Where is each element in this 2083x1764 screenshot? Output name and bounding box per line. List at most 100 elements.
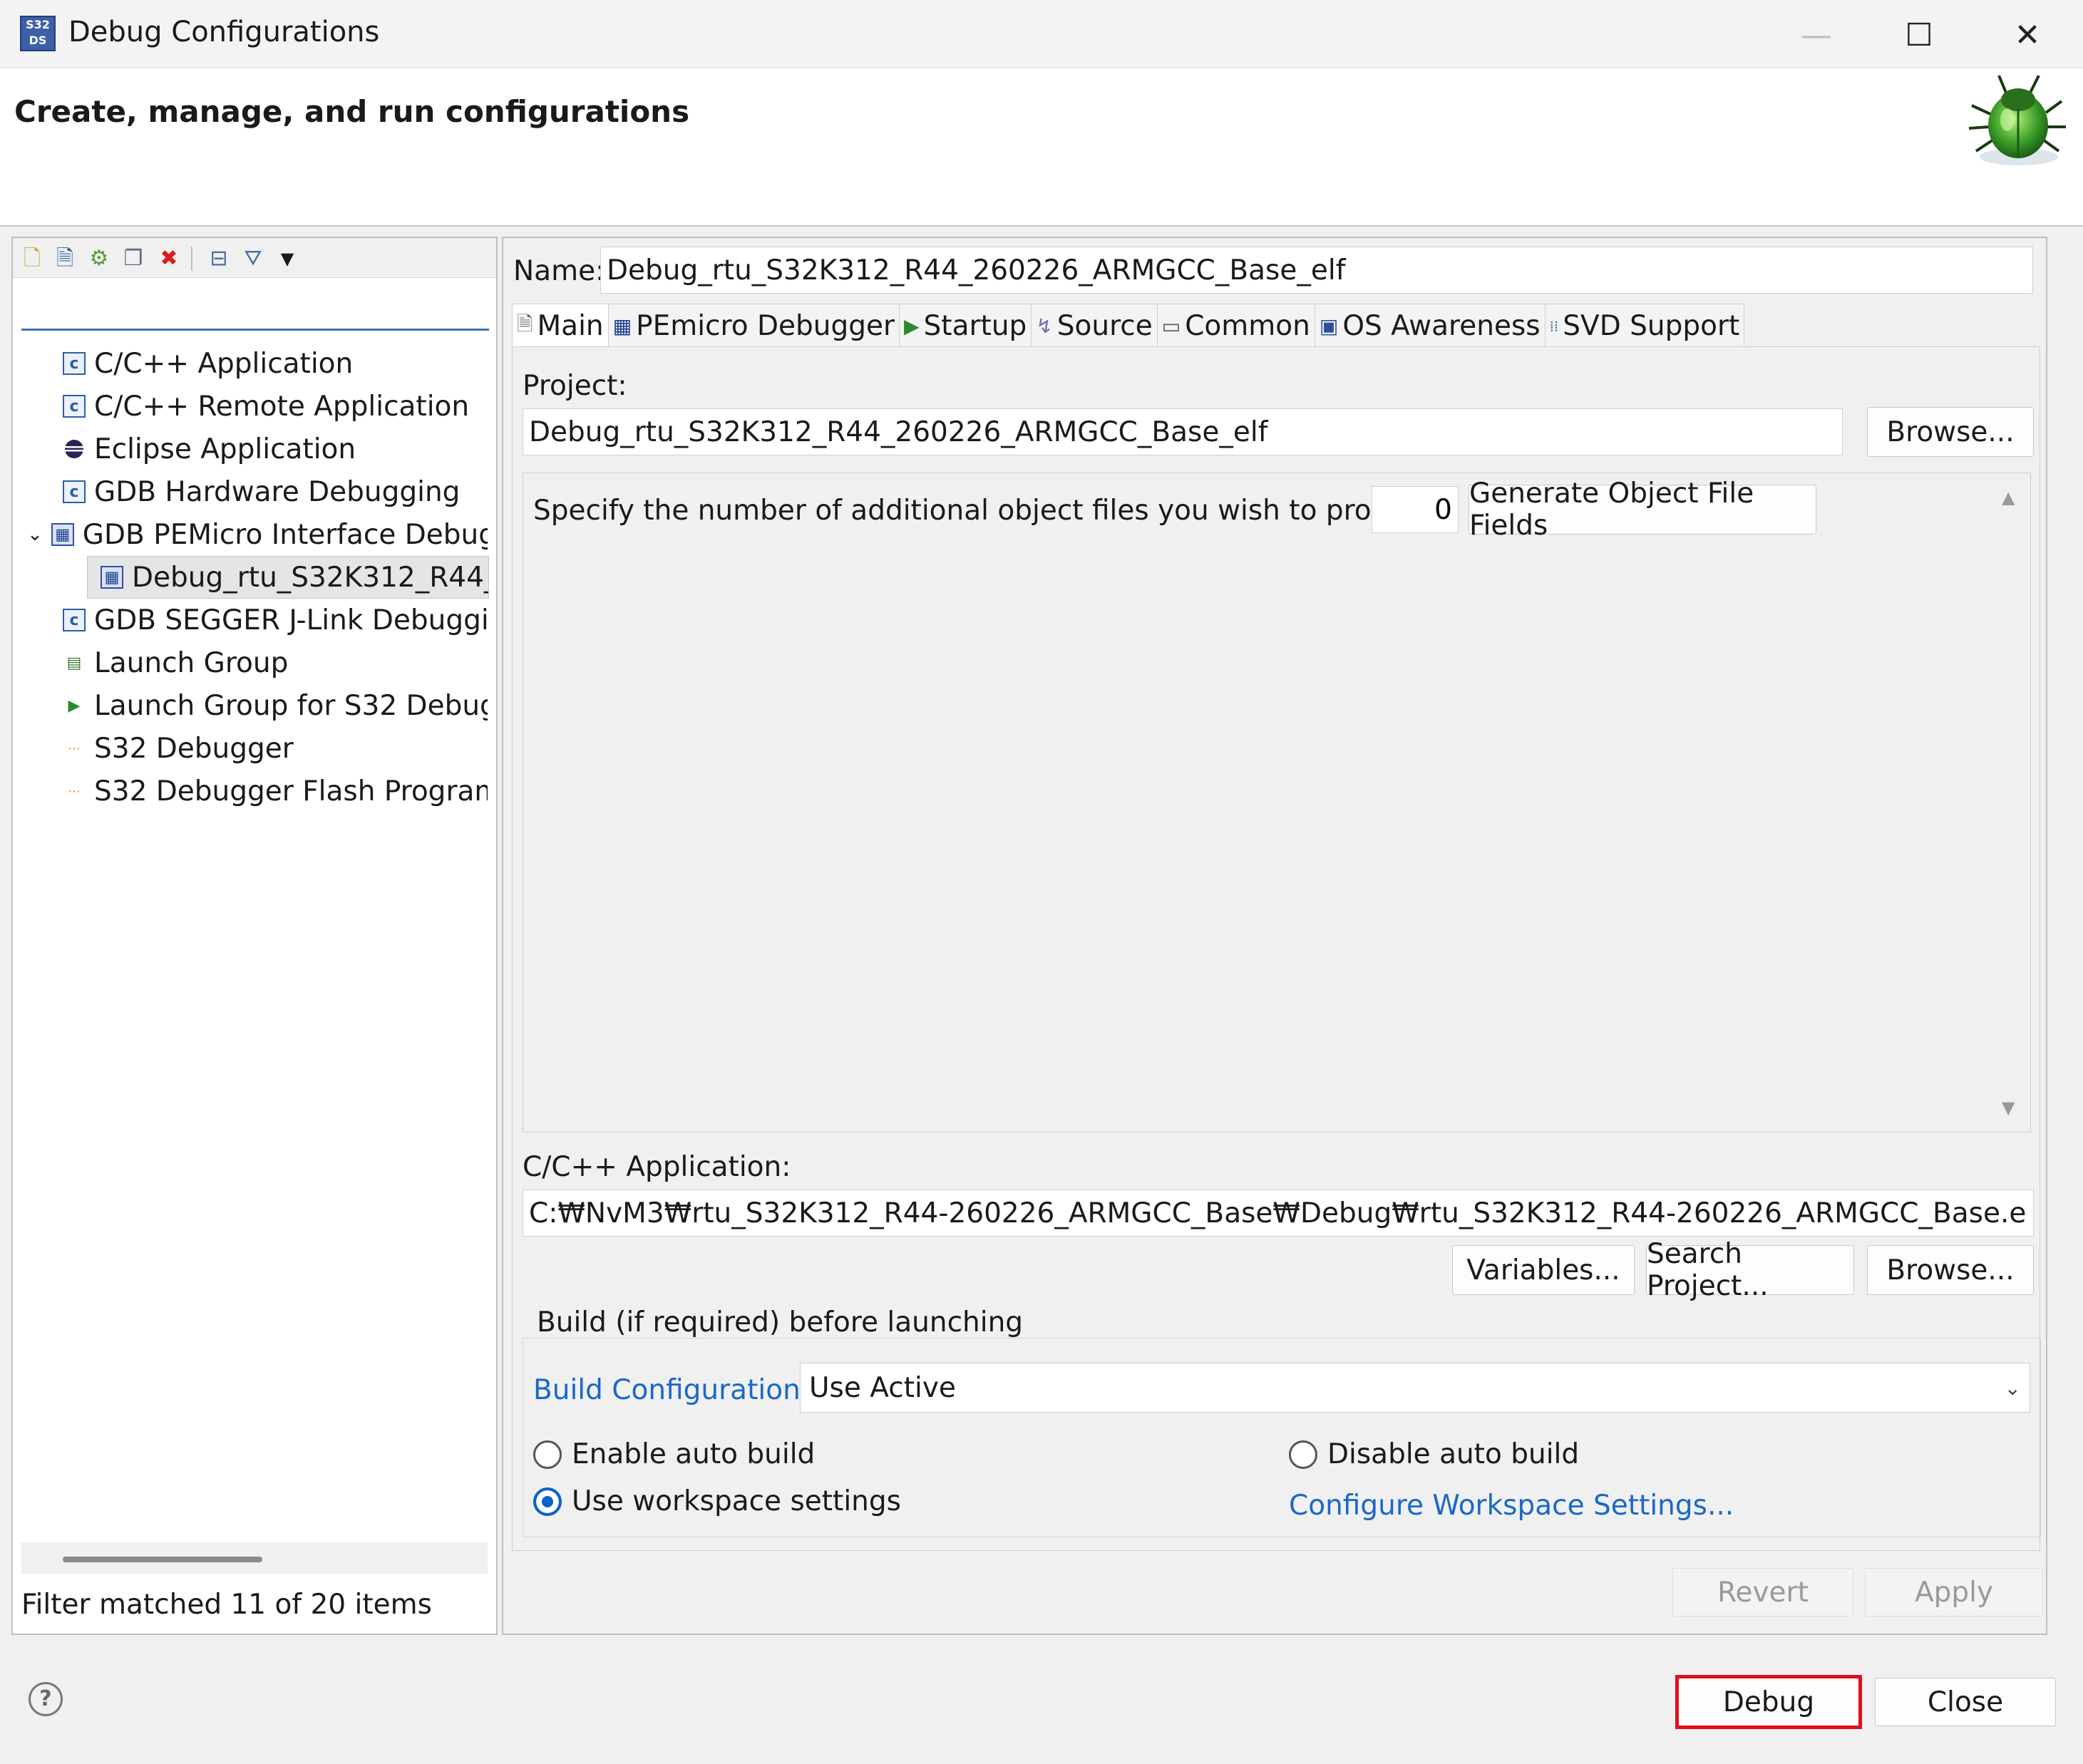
tree-item-label: GDB SEGGER J-Link Debugging: [94, 604, 488, 636]
scroll-up-icon[interactable]: ▲: [2002, 488, 2015, 507]
tree-item-label: S32 Debugger Flash Programmer: [94, 775, 488, 808]
tab-main[interactable]: 🗎 Main: [512, 304, 609, 348]
radio-use-workspace-settings[interactable]: [533, 1487, 562, 1516]
generate-object-file-fields-button[interactable]: Generate Object File Fields: [1469, 478, 1816, 542]
os-icon: ▣: [1319, 314, 1339, 338]
scrollbar-thumb[interactable]: [63, 1557, 262, 1562]
enable-auto-build-option[interactable]: Enable auto build: [533, 1438, 815, 1470]
app-label: C/C++ Application:: [523, 1151, 791, 1183]
collapse-all-icon[interactable]: ⊟: [205, 245, 232, 272]
new-prototype-icon[interactable]: 🗎: [51, 245, 78, 272]
radio-disable-auto-build[interactable]: [1289, 1440, 1317, 1469]
enable-auto-build-label: Enable auto build: [572, 1438, 816, 1470]
bug-icon: [1968, 75, 2066, 165]
export-config-icon[interactable]: ⚙: [86, 245, 113, 272]
radio-enable-auto-build[interactable]: [533, 1440, 562, 1469]
tab-source[interactable]: ↯ Source: [1031, 304, 1158, 348]
tree-item-label: Launch Group: [94, 646, 289, 679]
eclipse-icon: [63, 438, 86, 460]
configure-workspace-settings-link[interactable]: Configure Workspace Settings...: [1289, 1490, 1734, 1522]
s32-debugger-icon: ⋯: [68, 783, 81, 799]
duplicate-config-icon[interactable]: ❐: [120, 245, 147, 272]
object-files-panel: Specify the number of additional object …: [523, 473, 2031, 1133]
config-tabs: 🗎 Main ▦ PEmicro Debugger ▶ Startup ↯ Source…: [512, 304, 1745, 348]
tree-item-c-cpp-remote-application[interactable]: c C/C++ Remote Application: [13, 385, 488, 428]
debug-button[interactable]: Debug: [1681, 1681, 1856, 1723]
object-files-count-input[interactable]: [1372, 486, 1459, 533]
app-browse-button[interactable]: Browse...: [1867, 1245, 2034, 1295]
tree-item-launch-group[interactable]: ▤ Launch Group: [13, 641, 488, 684]
c-app-icon: c: [63, 395, 86, 418]
tree-item-label: C/C++ Remote Application: [94, 390, 470, 423]
close-button[interactable]: Close: [1875, 1678, 2056, 1726]
revert-button[interactable]: Revert: [1672, 1568, 1853, 1616]
tree-item-label: Eclipse Application: [94, 433, 356, 465]
tree-item-gdb-segger-jlink[interactable]: c GDB SEGGER J-Link Debugging: [13, 599, 488, 641]
tab-label: OS Awareness: [1342, 310, 1541, 342]
dialog-header: Create, manage, and run configurations: [0, 68, 2083, 227]
project-input[interactable]: [523, 408, 1843, 455]
project-label: Project:: [523, 370, 627, 402]
page-icon: 🗎: [517, 311, 533, 336]
tree-item-label: S32 Debugger: [94, 732, 294, 765]
play-icon: ▶: [904, 314, 920, 338]
chevron-down-icon: ⌄: [2004, 1376, 2021, 1400]
build-configuration-select[interactable]: Use Active ⌄: [800, 1363, 2030, 1413]
tab-label: Startup: [923, 310, 1027, 342]
tree-item-s32-debugger[interactable]: ⋯ S32 Debugger: [13, 727, 488, 770]
disable-auto-build-label: Disable auto build: [1327, 1438, 1580, 1470]
minimize-button[interactable]: —: [1788, 10, 1845, 60]
tree-item-label: GDB PEMicro Interface Debugging: [82, 518, 488, 551]
filter-icon[interactable]: ⛛: [240, 245, 267, 272]
tab-common[interactable]: ▭ Common: [1156, 304, 1315, 348]
disable-auto-build-option[interactable]: Disable auto build: [1289, 1438, 1579, 1470]
use-workspace-settings-option[interactable]: Use workspace settings: [533, 1485, 901, 1517]
common-icon: ▭: [1161, 314, 1181, 338]
tree-item-gdb-hardware-debugging[interactable]: c GDB Hardware Debugging: [13, 470, 488, 513]
tab-os-awareness[interactable]: ▣ OS Awareness: [1314, 304, 1545, 348]
svd-icon: ⁞⁞: [1549, 317, 1559, 335]
close-window-button[interactable]: ✕: [1999, 10, 2056, 60]
tree-item-s32-flash-programmer[interactable]: ⋯ S32 Debugger Flash Programmer: [13, 770, 488, 813]
tab-label: SVD Support: [1563, 310, 1740, 342]
pemicro-icon: ▦: [612, 314, 632, 338]
filter-input[interactable]: [21, 285, 489, 331]
name-label: Name:: [513, 255, 605, 287]
tree-item-label: Debug_rtu_S32K312_R44_260226_ARMGCC_Base…: [132, 561, 489, 594]
tree-item-gdb-pemicro-interface[interactable]: ⌄ ▦ GDB PEMicro Interface Debugging: [13, 513, 488, 556]
project-browse-button[interactable]: Browse...: [1867, 407, 2034, 457]
tab-label: Common: [1185, 310, 1310, 342]
build-configuration-link[interactable]: Build Configuration:: [533, 1374, 810, 1406]
tree-item-label: C/C++ Application: [94, 347, 354, 380]
tree-item-debug-config-selected[interactable]: ▦ Debug_rtu_S32K312_R44_260226_ARMGCC_Ba…: [87, 556, 489, 599]
tree-item-launch-group-s32[interactable]: ▶ Launch Group for S32 Debugger: [13, 684, 488, 727]
apply-button[interactable]: Apply: [1865, 1568, 2043, 1616]
chevron-down-icon[interactable]: ⌄: [27, 524, 43, 545]
tree-item-eclipse-application[interactable]: Eclipse Application: [13, 428, 488, 470]
tree-item-label: GDB Hardware Debugging: [94, 475, 461, 508]
configuration-tree-panel: 🗋 🗎 ⚙ ❐ ✖ ⊟ ⛛ ▼ c C/C++ Application c C/…: [11, 237, 498, 1635]
search-project-button[interactable]: Search Project...: [1646, 1238, 1854, 1302]
tab-label: Source: [1056, 310, 1153, 342]
new-config-icon[interactable]: 🗋: [19, 245, 46, 272]
tree-item-c-cpp-application[interactable]: c C/C++ Application: [13, 342, 488, 385]
help-icon[interactable]: ?: [29, 1682, 63, 1716]
tab-label: PEmicro Debugger: [636, 310, 895, 342]
tab-svd-support[interactable]: ⁞⁞ SVD Support: [1544, 304, 1745, 348]
app-icon: S32 DS: [20, 16, 56, 51]
maximize-button[interactable]: ☐: [1891, 10, 1948, 60]
build-group-label: Build (if required) before launching: [537, 1306, 1024, 1339]
view-menu-icon[interactable]: ▼: [274, 245, 301, 272]
variables-button[interactable]: Variables...: [1452, 1245, 1635, 1295]
build-group: Build Configuration: Use Active ⌄ Enable…: [523, 1338, 2041, 1537]
scroll-down-icon[interactable]: ▼: [2002, 1098, 2015, 1118]
name-input[interactable]: [600, 247, 2033, 294]
configuration-editor-panel: Name: 🗎Main ▦PEmicro Debugger ▶Startup ↯…: [502, 237, 2047, 1635]
tab-pemicro-debugger[interactable]: ▦ PEmicro Debugger: [607, 304, 900, 348]
title-bar: S32 DS Debug Configurations — ☐ ✕: [0, 0, 2083, 68]
tab-startup[interactable]: ▶ Startup: [899, 304, 1032, 348]
app-path-input[interactable]: [523, 1190, 2034, 1237]
use-workspace-settings-label: Use workspace settings: [572, 1485, 901, 1517]
delete-config-icon[interactable]: ✖: [155, 245, 182, 272]
source-icon: ↯: [1036, 314, 1053, 338]
